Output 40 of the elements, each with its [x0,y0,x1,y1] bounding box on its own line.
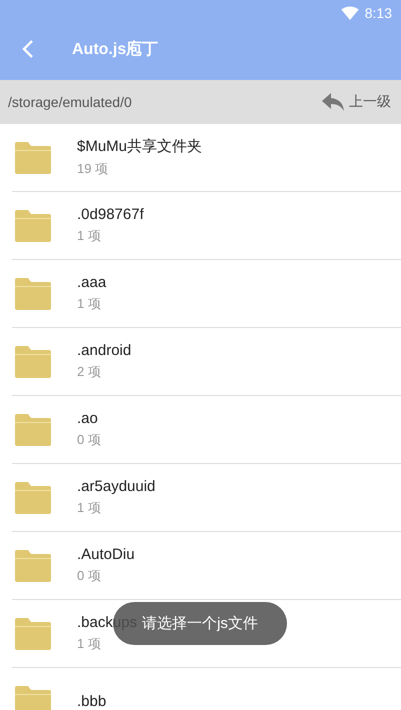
item-count: 0 项 [77,567,102,585]
folder-name: .0d98767f [77,206,144,223]
folder-icon [15,686,51,710]
folder-icon [15,414,51,446]
item-count: 1 项 [77,295,102,313]
wifi-icon [340,6,359,20]
folder-row[interactable]: .AutoDiu 0 项 [12,532,401,600]
folder-row[interactable]: .ao 0 项 [12,396,401,464]
folder-name: .AutoDiu [77,546,135,563]
app-title: Auto.js庖丁 [72,39,158,60]
reply-arrow-icon [321,92,345,112]
folder-icon [15,346,51,378]
folder-name: .ar5ayduuid [77,478,156,495]
folder-row[interactable]: .android 2 项 [12,328,401,396]
folder-icon [15,550,51,582]
item-count: 2 项 [77,363,102,381]
back-icon[interactable] [22,39,34,59]
current-path: /storage/emulated/0 [8,94,132,110]
folder-row[interactable]: .bbb [12,668,401,710]
item-count: 1 项 [77,499,102,517]
folder-name: $MuMu共享文件夹 [77,137,202,156]
folder-row[interactable]: .0d98767f 1 项 [12,192,401,260]
item-count: 19 项 [77,160,110,178]
folder-icon [15,482,51,514]
item-count: 0 项 [77,431,101,449]
item-count: 1 项 [77,635,102,653]
folder-row[interactable]: $MuMu共享文件夹 19 项 [12,124,401,192]
folder-icon [15,142,51,174]
folder-icon [15,618,51,650]
folder-icon [15,278,51,310]
folder-row[interactable]: .aaa 1 项 [12,260,401,328]
item-count: 1 项 [77,227,102,245]
folder-icon [15,210,51,242]
folder-row[interactable]: .ar5ayduuid 1 项 [12,464,401,532]
folder-name: .aaa [77,274,106,291]
folder-name: .ao [77,410,99,427]
parent-folder-button[interactable]: 上一级 [321,92,391,112]
folder-name: .android [77,342,132,359]
folder-name: .bbb [77,693,106,710]
status-time: 8:13 [364,5,392,21]
